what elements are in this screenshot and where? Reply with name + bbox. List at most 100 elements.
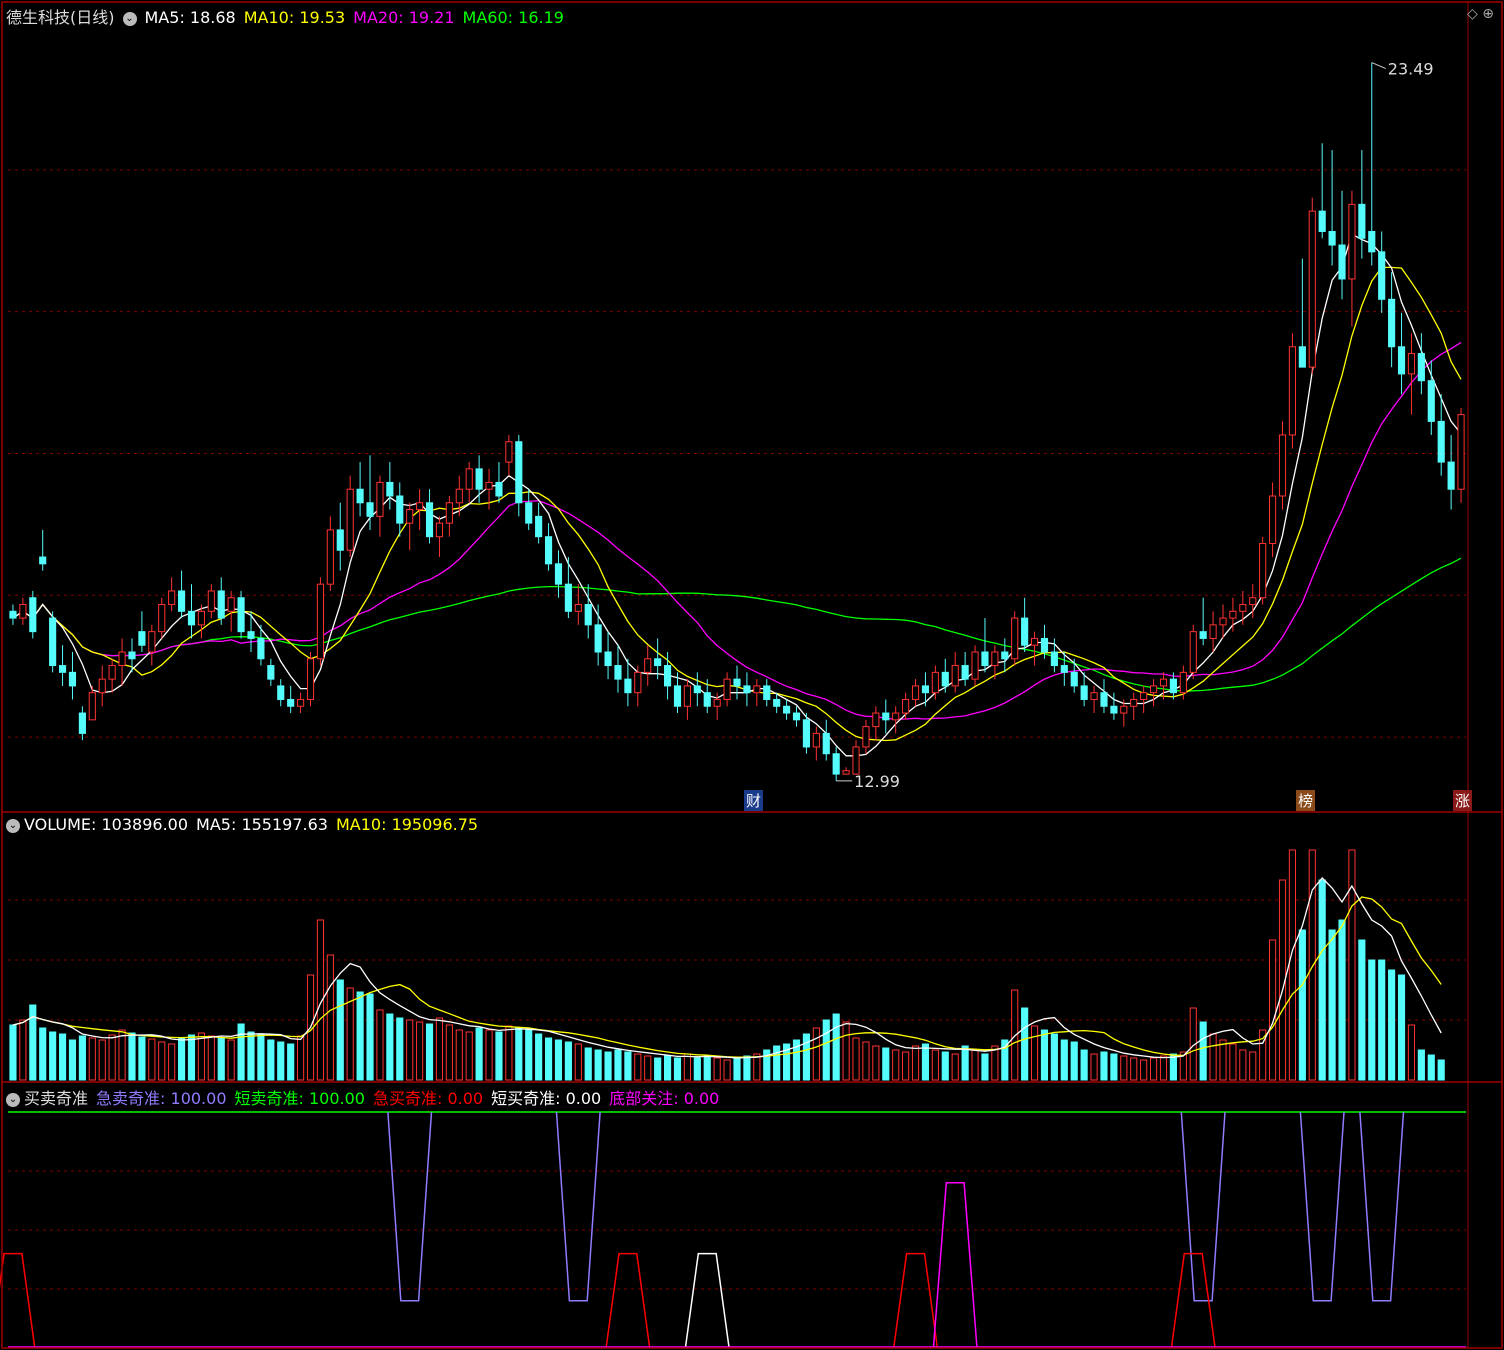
candle-body	[9, 610, 17, 619]
volume-bar	[1140, 1059, 1148, 1081]
candle-body	[445, 502, 453, 524]
volume-bar	[227, 1039, 235, 1081]
candle-body	[644, 658, 652, 673]
candle-body	[297, 698, 305, 707]
candle-body	[544, 536, 553, 565]
volume-bar	[1130, 1057, 1138, 1081]
volume-bar	[39, 1027, 47, 1081]
stock-chart[interactable]: 23.49 12.99	[0, 0, 1504, 1350]
candle-body	[207, 590, 215, 612]
volume-bar	[564, 1041, 572, 1081]
volume-bar	[1090, 1053, 1098, 1081]
volume-bar	[862, 1041, 870, 1081]
candle-body	[376, 481, 384, 517]
candle-body	[1259, 542, 1267, 599]
volume-bar	[1328, 929, 1336, 1081]
volume-bar	[1070, 1041, 1078, 1081]
candle-body	[654, 658, 662, 667]
volume-bar	[802, 1033, 811, 1081]
volume-bar	[19, 1019, 27, 1081]
candle-body	[416, 502, 424, 511]
chevron-down-icon[interactable]: ⌄	[6, 818, 20, 833]
volume-bar	[584, 1047, 592, 1081]
candle-body	[1090, 692, 1098, 700]
ma20-line	[12, 341, 1462, 720]
candle-body	[1070, 671, 1078, 687]
signal4-peak	[684, 1252, 730, 1349]
candle-body	[316, 583, 325, 660]
candle-body	[574, 604, 582, 612]
candle-body	[58, 665, 67, 673]
signal4-legend: 短买奇准: 0.00	[491, 1089, 602, 1108]
candle-body	[485, 481, 493, 490]
candle-body	[882, 712, 890, 721]
signal5-legend: 底部关注: 0.00	[609, 1089, 720, 1108]
chevron-down-icon[interactable]: ⌄	[122, 11, 137, 26]
candle-body	[306, 658, 315, 700]
ma20-legend: MA20: 19.21	[353, 8, 455, 27]
volume-bar	[1080, 1049, 1088, 1081]
volume-bar	[911, 1045, 920, 1081]
candle-body	[168, 590, 176, 606]
candle-body	[257, 637, 265, 660]
volume-bar	[505, 1025, 513, 1081]
event-tag-finance[interactable]: 财	[744, 790, 764, 811]
candle-body	[525, 502, 533, 524]
volume-bar	[991, 1045, 999, 1081]
volume-bar	[971, 1049, 979, 1081]
volume-bar	[207, 1035, 215, 1081]
volume-bar	[535, 1033, 543, 1081]
candle-body	[1229, 610, 1237, 619]
candle-body	[78, 712, 86, 734]
volume-bar	[237, 1023, 245, 1081]
volume-ma10-legend: MA10: 195096.75	[335, 815, 479, 834]
volume-bar	[257, 1034, 265, 1081]
candle-body	[1050, 651, 1058, 667]
volume-bar	[177, 1037, 186, 1081]
candle-body	[1060, 665, 1068, 673]
volume-bar	[1427, 1054, 1435, 1081]
volume-bar	[1219, 1039, 1227, 1081]
candle-body	[455, 488, 463, 504]
volume-bar	[396, 1017, 404, 1081]
candle-body	[68, 671, 77, 687]
volume-bar	[1120, 1055, 1128, 1081]
candle-body	[49, 617, 57, 667]
candle-body	[981, 651, 989, 667]
candle-body	[1100, 692, 1108, 707]
volume-bar	[683, 1053, 691, 1081]
volume-bars	[9, 849, 1445, 1081]
candle-body	[584, 604, 592, 626]
volume-bar	[386, 1013, 394, 1081]
volume-bar	[158, 1041, 166, 1081]
volume-bar	[515, 1027, 523, 1081]
volume-bar	[416, 1021, 424, 1081]
volume-bar	[1269, 939, 1277, 1081]
signal1-dip	[1359, 1111, 1405, 1302]
volume-bar	[9, 1024, 17, 1081]
panel-control-icons[interactable]: ◇ ⊕	[1467, 6, 1494, 22]
panel-frames	[1, 1, 1503, 1349]
candle-body	[148, 631, 156, 653]
ma5-legend: MA5: 18.68	[144, 8, 236, 27]
volume-bar	[1001, 1039, 1009, 1081]
candle-body	[634, 671, 642, 694]
candle-body	[991, 651, 999, 667]
candle-body	[921, 685, 930, 694]
candle-body	[673, 685, 682, 707]
volume-bar	[713, 1057, 721, 1081]
chevron-down-icon[interactable]: ⌄	[6, 1092, 20, 1107]
event-tag-rise[interactable]: 涨	[1453, 790, 1473, 811]
candle-body	[1239, 604, 1247, 612]
candle-body	[713, 698, 721, 707]
candle-body	[693, 685, 701, 694]
event-tag-rank[interactable]: 榜	[1296, 790, 1316, 811]
candle-body	[951, 665, 959, 687]
candle-body	[237, 597, 245, 633]
candle-body	[197, 610, 205, 626]
main-header: 德生科技(日线) ⌄ MA5: 18.68 MA10: 19.53 MA20: 19.2…	[6, 4, 572, 28]
volume-bar	[1229, 1043, 1237, 1081]
candle-body	[366, 502, 374, 517]
candle-body	[1130, 698, 1138, 707]
candle-body	[594, 624, 602, 653]
